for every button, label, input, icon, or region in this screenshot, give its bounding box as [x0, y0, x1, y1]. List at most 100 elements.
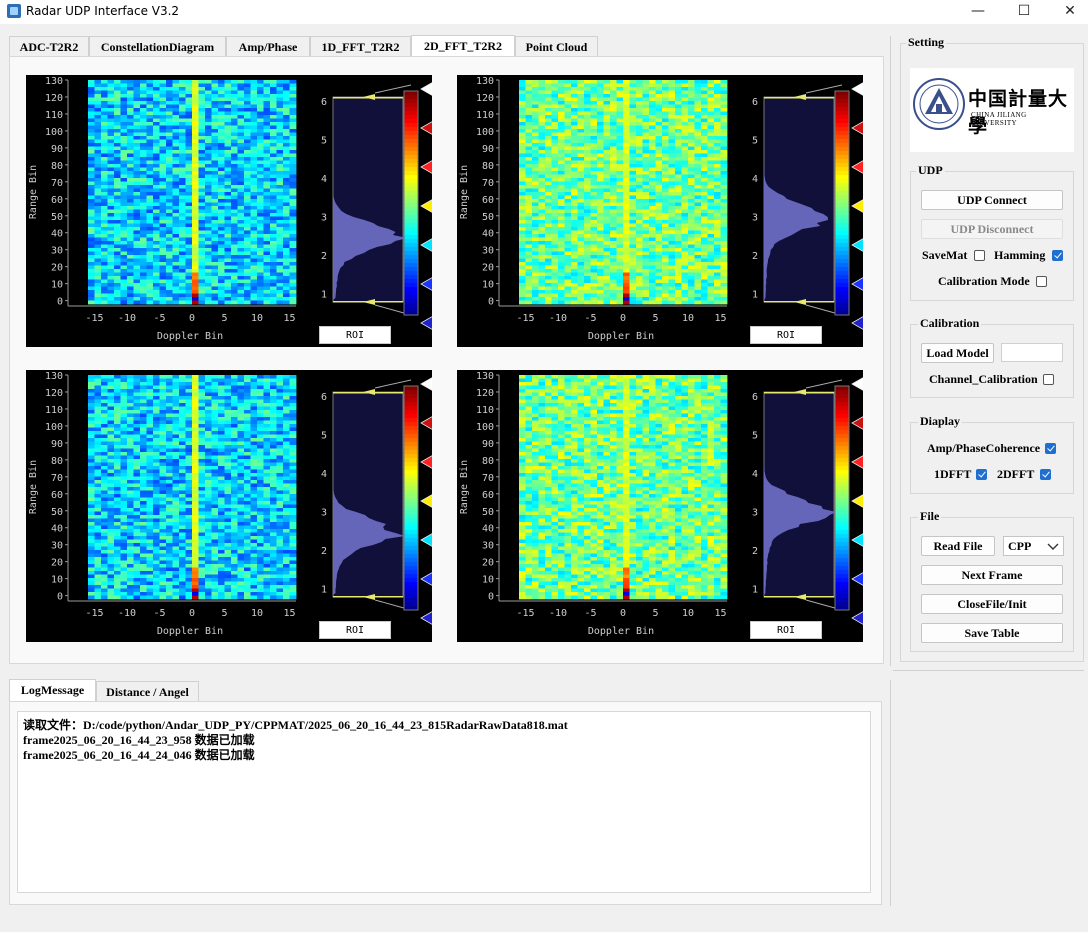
y-tick-label: 30	[482, 541, 494, 552]
range-doppler-plot-4[interactable]: 130 120 110 100 90 80 70 60 50 40 30 20 10 0 -15 -10 -5 0…	[457, 370, 863, 642]
y-tick-label: 60	[482, 490, 494, 501]
chevron-down-icon	[1047, 543, 1059, 550]
y-tick-label: 110	[476, 405, 494, 416]
load-model-button[interactable]: Load Model	[921, 343, 994, 363]
y-tick-label: 60	[51, 490, 63, 501]
x-tick-label: -10	[549, 608, 567, 619]
window-title: Radar UDP Interface V3.2	[26, 4, 180, 18]
tab-constellation-diagram[interactable]: ConstellationDiagram	[89, 36, 226, 56]
y-tick-label: 70	[51, 178, 63, 189]
y-tick-label: 100	[45, 422, 63, 433]
y-tick-label: 90	[482, 439, 494, 450]
y-tick-label: 100	[476, 127, 494, 138]
y-tick-label: 80	[51, 456, 63, 467]
hist-tick-label: 3	[321, 213, 327, 224]
range-doppler-plot-1[interactable]: 130 120 110 100 90 80 70 60 50 40 30 20 10 0 -15 -10 -5 0…	[26, 75, 432, 347]
x-tick-label: 15	[714, 608, 726, 619]
roi-button-4[interactable]: ROI	[750, 621, 822, 639]
tab-distance-angel[interactable]: Distance / Angel	[96, 681, 199, 701]
hist-tick-label: 6	[752, 392, 758, 403]
hist-tick-label: 1	[321, 290, 327, 301]
y-tick-label: 90	[482, 144, 494, 155]
hist-tick-label: 4	[752, 174, 758, 185]
channel-calibration-checkbox[interactable]	[1043, 374, 1054, 385]
x-tick-label: -5	[153, 313, 165, 324]
x-tick-label: 0	[189, 313, 195, 324]
channel-calibration-label: Channel_Calibration	[929, 372, 1038, 386]
model-path-input[interactable]	[1001, 343, 1063, 362]
x-tick-label: 5	[652, 608, 658, 619]
log-text-area[interactable]: 读取文件：D:/code/python/Andar_UDP_PY/CPPMAT/…	[17, 711, 871, 893]
divider	[893, 670, 1084, 671]
tab-log-message[interactable]: LogMessage	[9, 679, 96, 701]
tab-adc-t2r2[interactable]: ADC-T2R2	[9, 36, 89, 56]
y-axis-label: Range Bin	[459, 460, 470, 514]
x-tick-label: -10	[549, 313, 567, 324]
hist-tick-label: 5	[752, 136, 758, 147]
y-tick-label: 60	[482, 195, 494, 206]
hist-tick-label: 4	[321, 469, 327, 480]
hist-tick-label: 2	[752, 546, 758, 557]
close-button[interactable]: ✕	[1047, 0, 1088, 24]
tab-1d-fft[interactable]: 1D_FFT_T2R2	[310, 36, 411, 56]
y-tick-label: 20	[482, 263, 494, 274]
roi-button-3[interactable]: ROI	[319, 621, 391, 639]
x-tick-label: -15	[516, 313, 534, 324]
y-tick-label: 40	[51, 524, 63, 535]
y-tick-label: 120	[45, 93, 63, 104]
hist-tick-label: 2	[752, 251, 758, 262]
close-file-button[interactable]: CloseFile/Init	[921, 594, 1063, 614]
x-tick-label: -10	[118, 608, 136, 619]
hamming-checkbox[interactable]	[1052, 250, 1063, 261]
hist-tick-label: 6	[321, 97, 327, 108]
fft1d-checkbox[interactable]	[976, 469, 987, 480]
hist-tick-label: 5	[752, 431, 758, 442]
format-select[interactable]: CPP	[1003, 536, 1064, 556]
y-tick-label: 110	[45, 405, 63, 416]
y-tick-label: 50	[51, 507, 63, 518]
savemat-label: SaveMat	[922, 248, 968, 262]
roi-button-1[interactable]: ROI	[319, 326, 391, 344]
x-tick-label: 15	[714, 313, 726, 324]
y-tick-label: 20	[482, 558, 494, 569]
read-file-button[interactable]: Read File	[921, 536, 995, 556]
x-tick-label: -10	[118, 313, 136, 324]
display-group	[910, 422, 1074, 494]
savemat-checkbox[interactable]	[974, 250, 985, 261]
y-tick-label: 80	[482, 161, 494, 172]
udp-disconnect-button[interactable]: UDP Disconnect	[921, 219, 1063, 239]
x-tick-label: -5	[584, 608, 596, 619]
hist-tick-label: 1	[752, 290, 758, 301]
roi-button-2[interactable]: ROI	[750, 326, 822, 344]
hist-tick-label: 2	[321, 546, 327, 557]
y-tick-label: 80	[482, 456, 494, 467]
hist-tick-label: 6	[321, 392, 327, 403]
y-tick-label: 30	[482, 246, 494, 257]
minimize-button[interactable]: —	[955, 0, 1001, 24]
amp-phase-checkbox[interactable]	[1045, 443, 1056, 454]
y-tick-label: 90	[51, 439, 63, 450]
range-doppler-plot-3[interactable]: 130 120 110 100 90 80 70 60 50 40 30 20 10 0 -15 -10 -5 0…	[26, 370, 432, 642]
tab-amp-phase[interactable]: Amp/Phase	[226, 36, 310, 56]
y-tick-label: 10	[482, 280, 494, 291]
save-table-button[interactable]: Save Table	[921, 623, 1063, 643]
fft2d-checkbox[interactable]	[1040, 469, 1051, 480]
x-tick-label: 10	[251, 313, 263, 324]
y-tick-label: 50	[482, 507, 494, 518]
y-axis-label: Range Bin	[28, 460, 39, 514]
x-tick-label: 0	[620, 608, 626, 619]
tab-point-cloud[interactable]: Point Cloud	[515, 36, 598, 56]
next-frame-button[interactable]: Next Frame	[921, 565, 1063, 585]
hist-tick-label: 5	[321, 431, 327, 442]
maximize-button[interactable]: ☐	[1001, 0, 1047, 24]
calibration-mode-checkbox[interactable]	[1036, 276, 1047, 287]
splitter[interactable]	[890, 36, 891, 666]
y-tick-label: 10	[482, 575, 494, 586]
hist-tick-label: 4	[321, 174, 327, 185]
tab-2d-fft[interactable]: 2D_FFT_T2R2	[411, 35, 515, 57]
udp-connect-button[interactable]: UDP Connect	[921, 190, 1063, 210]
range-doppler-plot-2[interactable]: 130 120 110 100 90 80 70 60 50 40 30 20 10 0 -15 -10 -5 0…	[457, 75, 863, 347]
splitter-bottom[interactable]	[890, 680, 891, 906]
hist-tick-label: 5	[321, 136, 327, 147]
settings-title: Setting	[906, 35, 946, 50]
